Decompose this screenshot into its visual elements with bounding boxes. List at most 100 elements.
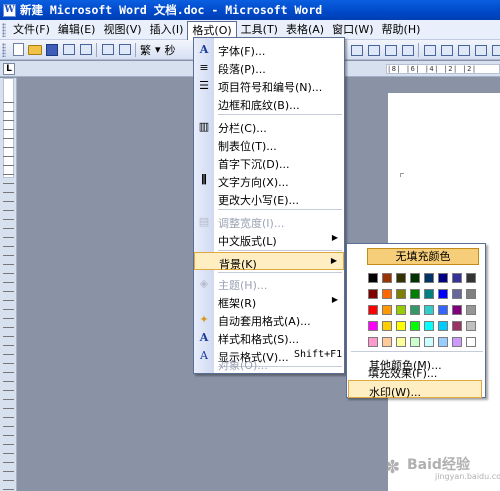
no-fill-button[interactable]: 无填充颜色 [367, 248, 479, 265]
menu-item-columns[interactable]: ▥ 分栏(C)... [194, 117, 344, 136]
show-hide-button[interactable] [473, 42, 489, 58]
menu-item-borders[interactable]: 边框和底纹(B)... [194, 94, 344, 112]
menu-item-frames[interactable]: 框架(R) ▶ [194, 292, 344, 310]
color-swatch-cell[interactable] [366, 270, 380, 286]
color-swatch-cell[interactable] [436, 334, 450, 350]
menu-item-label: 更改大小写(E)... [218, 194, 300, 207]
color-swatch-cell[interactable] [436, 286, 450, 302]
menu-item-object[interactable]: 对象(O)... [194, 354, 344, 372]
menu-item-label: 对象(O)... [218, 359, 268, 372]
menu-item-tabs[interactable]: 制表位(T)... [194, 135, 344, 153]
color-swatch-cell[interactable] [450, 318, 464, 334]
color-swatch-cell[interactable] [366, 318, 380, 334]
grip-handle[interactable] [2, 22, 6, 37]
color-swatch-cell[interactable] [422, 286, 436, 302]
color-swatch-cell[interactable] [450, 286, 464, 302]
color-swatch-cell[interactable] [408, 286, 422, 302]
document-map-icon [458, 44, 470, 56]
permission-button[interactable] [61, 42, 77, 58]
open-button[interactable] [27, 42, 43, 58]
trad-simp-button[interactable]: 繁 [138, 42, 153, 58]
color-swatch-cell[interactable] [436, 302, 450, 318]
menu-help[interactable]: 帮助(H) [378, 21, 425, 39]
menu-file[interactable]: 文件(F) [9, 21, 54, 39]
menu-tools[interactable]: 工具(T) [237, 21, 282, 39]
color-swatch-cell[interactable] [408, 270, 422, 286]
color-swatch-cell[interactable] [450, 270, 464, 286]
color-swatch-cell[interactable] [366, 286, 380, 302]
color-swatch [438, 305, 448, 315]
tab-selector[interactable]: L [3, 63, 15, 75]
color-swatch-cell[interactable] [464, 302, 478, 318]
menu-item-background[interactable]: 背景(K) ▶ [194, 252, 344, 271]
color-swatch [452, 321, 462, 331]
menu-edit[interactable]: 编辑(E) [54, 21, 100, 39]
insert-table-button[interactable] [383, 42, 399, 58]
color-swatch-cell[interactable] [422, 302, 436, 318]
columns-toolbar-button[interactable] [422, 42, 438, 58]
color-swatch [466, 273, 476, 283]
color-swatch [438, 337, 448, 347]
color-swatch-cell[interactable] [394, 302, 408, 318]
color-swatch-cell[interactable] [422, 318, 436, 334]
color-swatch-cell[interactable] [408, 334, 422, 350]
watermark-item[interactable]: 水印(W)... [348, 380, 482, 399]
color-swatch-cell[interactable] [408, 318, 422, 334]
color-swatch-cell[interactable] [408, 302, 422, 318]
menu-item-drop-cap[interactable]: 首字下沉(D)... [194, 153, 344, 171]
color-swatch-cell[interactable] [394, 334, 408, 350]
trad-simp-button-2[interactable]: 秒 [163, 42, 178, 58]
save-button[interactable] [44, 42, 60, 58]
color-swatch-cell[interactable] [380, 286, 394, 302]
color-swatch-cell[interactable] [422, 270, 436, 286]
dropdown-arrow-icon[interactable]: ▾ [153, 43, 163, 56]
menu-table[interactable]: 表格(A) [282, 21, 328, 39]
color-swatch-cell[interactable] [394, 318, 408, 334]
color-swatch-cell[interactable] [380, 270, 394, 286]
menu-item-fit-text[interactable]: ▤ 调整宽度(I)... [194, 212, 344, 231]
menu-item-theme[interactable]: ◈ 主题(H)... [194, 274, 344, 293]
menu-insert[interactable]: 插入(I) [146, 21, 188, 39]
toolbar-grip[interactable] [2, 42, 6, 57]
menu-window[interactable]: 窗口(W) [328, 21, 377, 39]
menu-item-bullets[interactable]: ☰ 项目符号和编号(N)... [194, 76, 344, 95]
color-swatch-cell[interactable] [394, 270, 408, 286]
color-swatch-cell[interactable] [366, 302, 380, 318]
color-swatch-cell[interactable] [436, 270, 450, 286]
print-button[interactable] [100, 42, 116, 58]
color-swatch-cell[interactable] [380, 334, 394, 350]
word-app-icon: W [3, 3, 16, 17]
menu-item-styles[interactable]: A 样式和格式(S)... [194, 328, 344, 347]
menu-item-paragraph[interactable]: ≡ 段落(P)... [194, 58, 344, 77]
menu-item-font[interactable]: A 字体(F)... [194, 40, 344, 59]
color-swatch-cell[interactable] [380, 302, 394, 318]
menu-item-change-case[interactable]: 更改大小写(E)... [194, 189, 344, 207]
drawing-toolbar-button[interactable] [439, 42, 455, 58]
print-preview-button[interactable] [117, 42, 133, 58]
color-swatch-cell[interactable] [464, 286, 478, 302]
color-swatch-cell[interactable] [464, 318, 478, 334]
color-swatch-cell[interactable] [464, 270, 478, 286]
menu-item-asian-layout[interactable]: 中文版式(L) ▶ [194, 230, 344, 248]
color-swatch-cell[interactable] [450, 302, 464, 318]
new-doc-button[interactable] [10, 42, 26, 58]
insert-picture-button[interactable] [366, 42, 382, 58]
menu-view[interactable]: 视图(V) [99, 21, 145, 39]
color-swatch-cell[interactable] [450, 334, 464, 350]
draw-button[interactable] [349, 42, 365, 58]
fill-effects-item[interactable]: 填充效果(F)... [348, 362, 482, 380]
color-swatch-cell[interactable] [422, 334, 436, 350]
email-button[interactable] [78, 42, 94, 58]
insert-excel-button[interactable] [400, 42, 416, 58]
menu-item-autoformat[interactable]: ✦ 自动套用格式(A)... [194, 310, 344, 329]
color-swatch-cell[interactable] [436, 318, 450, 334]
color-swatch-cell[interactable] [380, 318, 394, 334]
color-swatch-cell[interactable] [464, 334, 478, 350]
zoom-button[interactable] [490, 42, 500, 58]
menu-item-text-direction[interactable]: ⫼ 文字方向(X)... [194, 171, 344, 189]
color-swatch-cell[interactable] [366, 334, 380, 350]
color-swatch [368, 289, 378, 299]
map-button[interactable] [456, 42, 472, 58]
menu-item-label: 调整宽度(I)... [218, 217, 285, 230]
color-swatch-cell[interactable] [394, 286, 408, 302]
